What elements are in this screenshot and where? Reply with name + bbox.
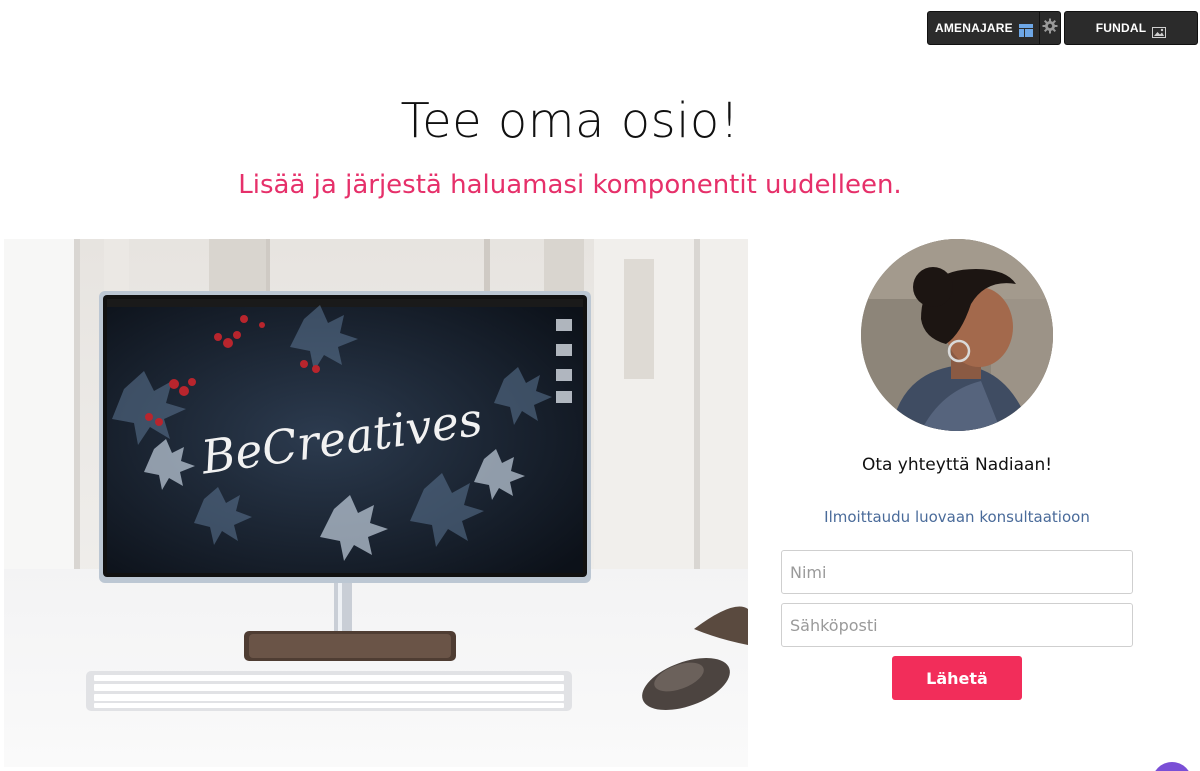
section-subtitle: Lisää ja järjestä haluamasi komponentit … [238,170,902,200]
email-input[interactable] [781,603,1133,647]
background-label: FUNDAL [1095,21,1147,35]
submit-button[interactable]: Lähetä [892,656,1022,700]
layout-label: AMENAJARE [935,21,1013,35]
section-title: Tee oma osio! [400,93,740,149]
layout-button[interactable]: AMENAJARE [928,12,1039,44]
hero-image: BeCreatives [4,239,748,767]
avatar [861,239,1053,431]
image-icon [1152,23,1167,38]
gear-icon [1042,18,1058,38]
layout-icon [1018,22,1033,37]
contact-heading: Ota yhteyttä Nadiaan! [861,455,1053,475]
contact-subheading: Ilmoittaudu luovaan konsultaatioon [824,508,1090,526]
layout-toolbar: AMENAJARE [927,11,1061,45]
settings-button[interactable] [1040,12,1061,44]
name-input[interactable] [781,550,1133,594]
chat-bubble-button[interactable] [1152,762,1192,771]
background-button[interactable]: FUNDAL [1064,11,1198,45]
